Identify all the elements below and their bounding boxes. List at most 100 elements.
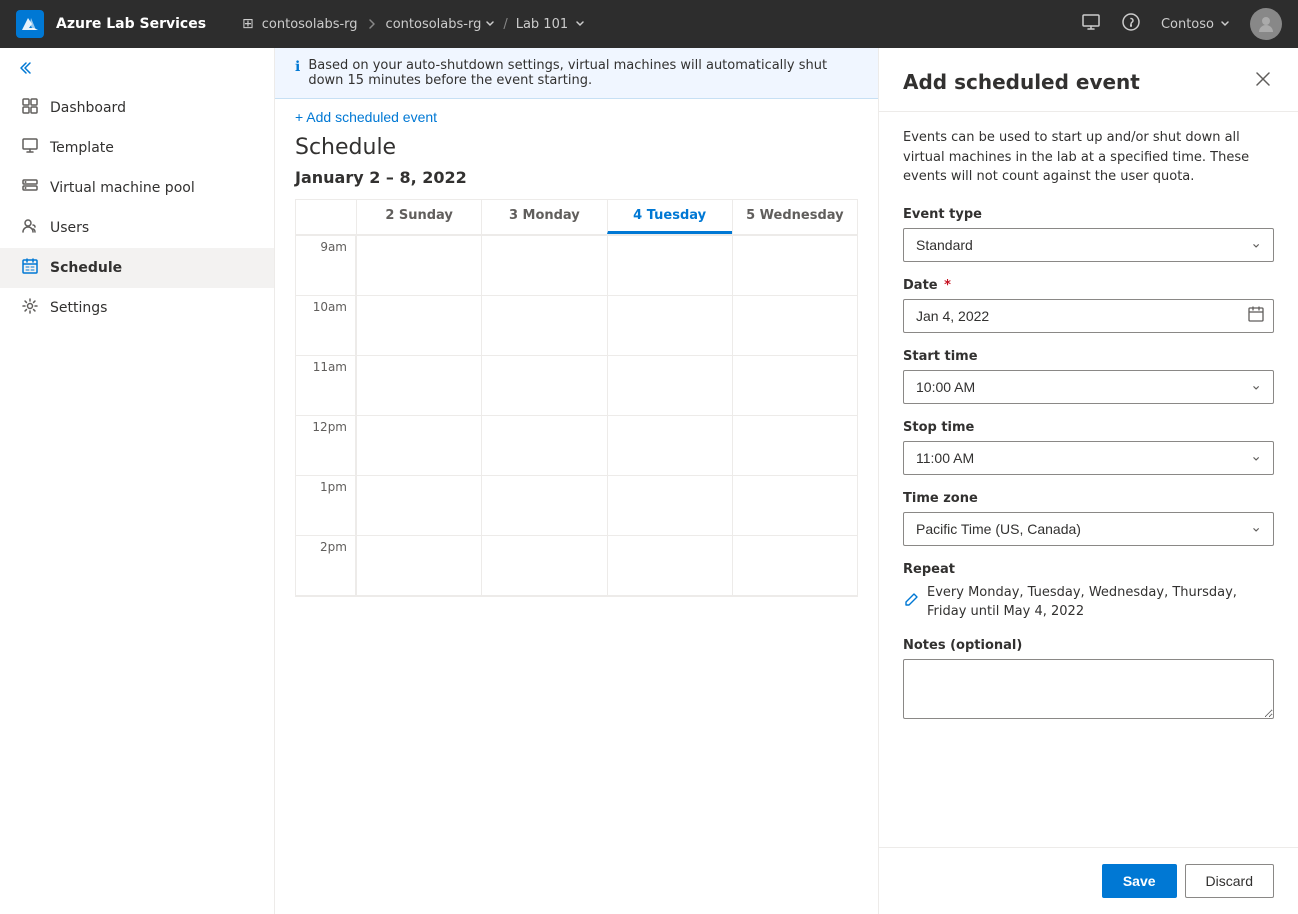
panel-body: Events can be used to start up and/or sh… [879,112,1298,847]
event-type-select[interactable]: Standard Lab Start Lab Stop [903,228,1274,262]
notes-group: Notes (optional) [903,638,1274,723]
cell-12pm-sun[interactable] [356,416,481,475]
timezone-select[interactable]: Pacific Time (US, Canada) Eastern Time (… [903,512,1274,546]
cell-11am-mon[interactable] [481,356,606,415]
col-wednesday: 5 Wednesday [732,200,857,234]
cell-1pm-tue[interactable] [607,476,732,535]
calendar-body: 9am 10am 11am [296,236,857,596]
cell-2pm-sun[interactable] [356,536,481,595]
stop-time-label: Stop time [903,420,1274,435]
notes-input[interactable] [903,659,1274,719]
sidebar-item-template[interactable]: Template [0,128,274,168]
schedule-icon [20,258,40,278]
calendar-header: 2 Sunday 3 Monday 4 Tuesday 5 Wednesday [296,200,857,236]
wednesday-num: 5 Wednesday [741,208,849,223]
avatar[interactable] [1250,8,1282,40]
info-banner-text: Based on your auto-shutdown settings, vi… [308,58,858,88]
timezone-select-wrapper: Pacific Time (US, Canada) Eastern Time (… [903,512,1274,546]
cell-11am-wed[interactable] [732,356,857,415]
resource-group-icon: ⊞ [242,16,254,32]
panel-header: Add scheduled event [879,48,1298,112]
discard-button[interactable]: Discard [1185,864,1274,898]
sidebar-collapse-btn[interactable] [0,48,274,88]
vmp-icon [20,178,40,198]
cell-9am-sun[interactable] [356,236,481,295]
calendar-grid: 2 Sunday 3 Monday 4 Tuesday 5 Wednesday … [295,199,858,597]
event-type-label: Event type [903,207,1274,222]
breadcrumb-lab[interactable]: Lab 101 [516,17,585,32]
cell-2pm-tue[interactable] [607,536,732,595]
add-scheduled-event-button[interactable]: + Add scheduled event [295,109,437,125]
sidebar-item-schedule[interactable]: Schedule [0,248,274,288]
monday-num: 3 Monday [490,208,598,223]
schedule-label: Schedule [50,260,122,276]
cell-12pm-tue[interactable] [607,416,732,475]
time-row-1pm: 1pm [296,476,857,536]
panel-description: Events can be used to start up and/or sh… [903,128,1274,187]
breadcrumb-chevron-icon [366,18,378,30]
timezone-group: Time zone Pacific Time (US, Canada) East… [903,491,1274,546]
bc-lab-chevron-icon [575,19,585,29]
panel-close-button[interactable] [1252,68,1274,95]
start-time-select[interactable]: 9:00 AM 10:00 AM 11:00 AM 12:00 PM [903,370,1274,404]
cell-1pm-mon[interactable] [481,476,606,535]
cell-2pm-wed[interactable] [732,536,857,595]
monitor-icon[interactable] [1081,12,1101,37]
save-button[interactable]: Save [1102,864,1177,898]
event-type-select-wrapper: Standard Lab Start Lab Stop [903,228,1274,262]
panel-title: Add scheduled event [903,70,1140,94]
cell-9am-wed[interactable] [732,236,857,295]
breadcrumb-dropdown-1[interactable]: contosolabs-rg [386,17,496,32]
schedule-area: Schedule January 2 – 8, 2022 2 Sunday 3 … [275,135,878,914]
date-required-asterisk: * [944,278,951,293]
sidebar-item-settings[interactable]: Settings [0,288,274,328]
time-row-12pm: 12pm [296,416,857,476]
time-2pm: 2pm [296,536,356,595]
app-name: Azure Lab Services [56,16,206,32]
col-sunday: 2 Sunday [356,200,481,234]
date-label-text: Date [903,278,938,293]
cell-10am-sun[interactable] [356,296,481,355]
stop-time-select[interactable]: 10:00 AM 11:00 AM 12:00 PM [903,441,1274,475]
cell-9am-tue[interactable] [607,236,732,295]
bc-rg-chevron-icon [485,19,495,29]
cell-1pm-sun[interactable] [356,476,481,535]
cell-1pm-wed[interactable] [732,476,857,535]
cell-11am-tue[interactable] [607,356,732,415]
date-input[interactable] [903,299,1274,333]
panel-footer: Save Discard [879,847,1298,914]
info-banner: ℹ Based on your auto-shutdown settings, … [275,48,878,99]
schedule-date-range: January 2 – 8, 2022 [295,168,858,187]
cell-11am-sun[interactable] [356,356,481,415]
user-chevron-icon [1220,19,1230,29]
users-label: Users [50,220,89,236]
breadcrumb-resource-group[interactable]: contosolabs-rg [262,17,358,32]
user-menu[interactable]: Contoso [1161,17,1230,32]
sidebar-item-vmp[interactable]: Virtual machine pool [0,168,274,208]
time-10am: 10am [296,296,356,355]
cell-10am-tue[interactable] [607,296,732,355]
time-9am: 9am [296,236,356,295]
cell-10am-wed[interactable] [732,296,857,355]
time-row-11am: 11am [296,356,857,416]
template-label: Template [50,140,114,156]
close-icon [1256,72,1270,86]
repeat-row: Every Monday, Tuesday, Wednesday, Thursd… [903,583,1274,622]
repeat-edit-icon[interactable] [903,592,919,612]
time-11am: 11am [296,356,356,415]
sidebar-item-users[interactable]: Users [0,208,274,248]
sidebar-item-dashboard[interactable]: Dashboard [0,88,274,128]
cell-2pm-mon[interactable] [481,536,606,595]
cell-12pm-mon[interactable] [481,416,606,475]
cell-12pm-wed[interactable] [732,416,857,475]
bc-rg-label: contosolabs-rg [386,17,482,32]
topbar-right: Contoso [1081,8,1282,40]
sidebar: Dashboard Template Virtual machine pool … [0,48,275,914]
template-icon [20,138,40,158]
cell-9am-mon[interactable] [481,236,606,295]
stop-time-select-wrapper: 10:00 AM 11:00 AM 12:00 PM [903,441,1274,475]
cell-10am-mon[interactable] [481,296,606,355]
add-event-bar: + Add scheduled event [275,99,878,135]
time-12pm: 12pm [296,416,356,475]
help-icon[interactable] [1121,12,1141,37]
